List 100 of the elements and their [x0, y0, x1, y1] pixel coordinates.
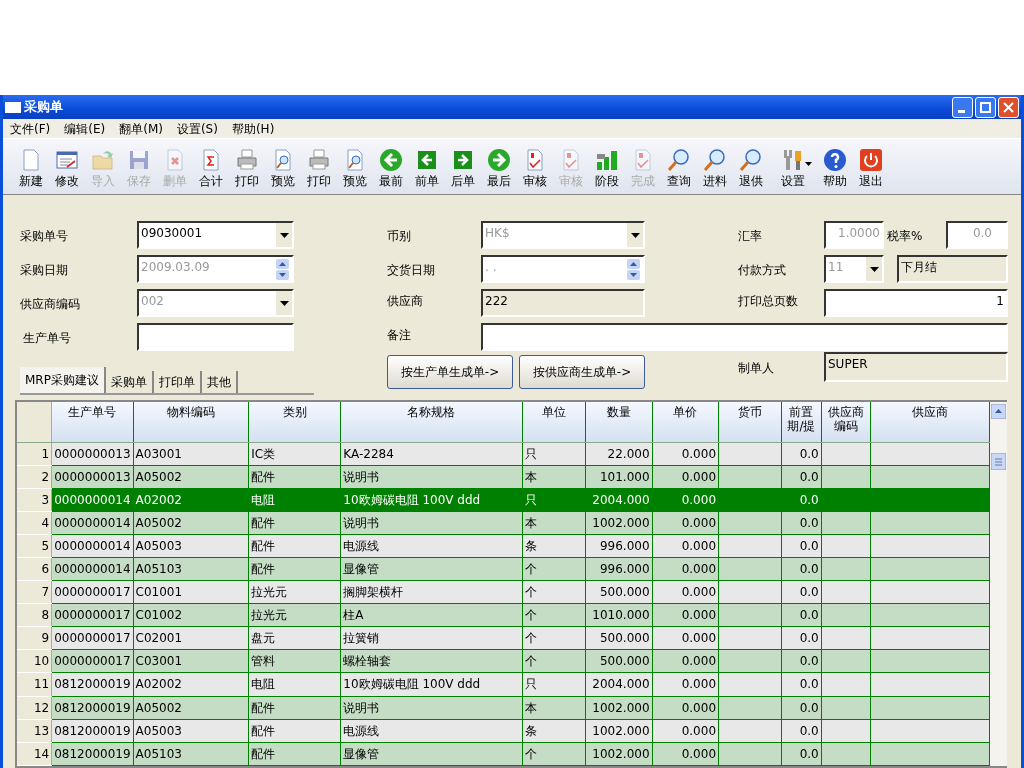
toolbar-button[interactable]: 帮助: [817, 148, 853, 190]
help-icon: [823, 148, 847, 172]
input-field[interactable]: [481, 323, 1008, 351]
table-cell: C02001: [133, 626, 249, 650]
toolbar-button[interactable]: 前单: [409, 148, 445, 190]
column-header[interactable]: 供应商编码: [821, 402, 871, 442]
table-cell: 说明书: [340, 696, 523, 720]
table-cell: A05003: [133, 719, 249, 743]
column-header[interactable]: 数量: [585, 402, 653, 442]
table-cell: 电源线: [340, 719, 523, 743]
column-header[interactable]: 单位: [522, 402, 586, 442]
folder-icon: [91, 148, 115, 172]
printer-icon: [307, 148, 331, 172]
field-label: 打印总页数: [738, 293, 799, 310]
table-cell: A05002: [133, 696, 249, 720]
caret-icon: [805, 162, 812, 166]
search-icon: [739, 148, 763, 172]
toolbar-button[interactable]: 新建: [13, 148, 49, 190]
toolbar-button[interactable]: 进料: [697, 148, 733, 190]
table-cell: 说明书: [340, 511, 523, 535]
toolbar-button[interactable]: 打印: [229, 148, 265, 190]
toolbar-button[interactable]: 合计: [193, 148, 229, 190]
column-header[interactable]: 前置期/提: [781, 402, 822, 442]
column-header[interactable]: 名称规格: [340, 402, 523, 442]
generate-button[interactable]: 按供应商生成单->: [519, 355, 645, 389]
toolbar-button[interactable]: 审核: [517, 148, 553, 190]
column-header[interactable]: 供应商: [870, 402, 990, 442]
toolbar-button[interactable]: 退供: [733, 148, 769, 190]
readonly-field: SUPER: [824, 352, 1008, 382]
toolbar-button[interactable]: 退出: [853, 148, 889, 190]
table-cell: KA-2284: [340, 442, 523, 466]
row-number: 12: [17, 696, 52, 720]
table-cell: 显像管: [340, 742, 523, 766]
toolbar-button[interactable]: 最前: [373, 148, 409, 190]
scroll-thumb[interactable]: [991, 453, 1007, 470]
scroll-up-button[interactable]: [991, 404, 1007, 419]
row-number: 9: [17, 626, 52, 650]
dropdown-arrow-icon[interactable]: [279, 232, 289, 238]
menu-item[interactable]: 设置(S): [169, 119, 225, 138]
table-cell: 说明书: [340, 465, 523, 489]
combo-box[interactable]: 09030001: [137, 221, 294, 249]
table-cell: A02002: [133, 488, 249, 512]
toolbar-button[interactable]: 阶段: [589, 148, 625, 190]
toolbar-button[interactable]: 最后: [481, 148, 517, 190]
window-icon: [5, 102, 21, 113]
toolbar-button[interactable]: 查询: [661, 148, 697, 190]
toolbar-button[interactable]: 设置: [775, 148, 811, 190]
menu-item[interactable]: 编辑(E): [57, 119, 113, 138]
table-cell: 拉簧销: [340, 626, 523, 650]
column-header[interactable]: 类别: [248, 402, 341, 442]
toolbar-button[interactable]: 打印: [301, 148, 337, 190]
field-label: 生产单号: [22, 330, 72, 347]
table-cell: 电源线: [340, 534, 523, 558]
table-cell: A05002: [133, 465, 249, 489]
field-label: 采购日期: [20, 262, 69, 279]
column-header[interactable]: 物料编码: [133, 402, 249, 442]
readonly-field: 222: [481, 289, 645, 317]
field-label: 供应商编码: [20, 296, 81, 313]
field-label: 备注: [387, 327, 412, 344]
window-title: 采购单: [24, 98, 63, 117]
printer-icon: [235, 148, 259, 172]
table-cell: 显像管: [340, 557, 523, 581]
toolbar-button[interactable]: 预览: [337, 148, 373, 190]
close-button[interactable]: [998, 96, 1019, 118]
input-field[interactable]: [137, 323, 294, 351]
row-number: 1: [17, 442, 52, 466]
menu-item[interactable]: 翻单(M): [112, 119, 170, 138]
input-field[interactable]: 1: [824, 289, 1008, 317]
row-number: 2: [17, 465, 52, 489]
search-icon: [667, 148, 691, 172]
form-icon: [55, 148, 79, 172]
table-cell: 柱A: [340, 603, 523, 627]
toolbar-button[interactable]: 后单: [445, 148, 481, 190]
row-number: 4: [17, 511, 52, 535]
minimize-button[interactable]: [952, 96, 973, 118]
table-cell: A02002: [133, 672, 249, 697]
row-number: 6: [17, 557, 52, 581]
field-label: 汇率: [738, 228, 763, 245]
search-icon: [703, 148, 727, 172]
minimize-icon: [958, 109, 965, 113]
table-cell: A03001: [133, 442, 249, 466]
tab[interactable]: MRP采购建议: [20, 367, 106, 393]
table-cell: 搁脚架横杆: [340, 580, 523, 604]
column-header[interactable]: 货币: [718, 402, 782, 442]
table-cell: C03001: [133, 649, 249, 673]
table-cell: A05103: [133, 557, 249, 581]
toolbar-button[interactable]: 预览: [265, 148, 301, 190]
maximize-button[interactable]: [975, 96, 996, 118]
row-number: 7: [17, 580, 52, 604]
toolbar-button[interactable]: 修改: [49, 148, 85, 190]
column-header[interactable]: 生产单号: [51, 402, 134, 442]
table-cell: A05003: [133, 534, 249, 558]
field-label: 付款方式: [738, 262, 787, 279]
menu-item[interactable]: 文件(F): [3, 119, 58, 138]
menu-item[interactable]: 帮助(H): [224, 119, 282, 138]
column-header[interactable]: 单价: [652, 402, 719, 442]
maximize-icon: [980, 101, 991, 113]
field-label: 币别: [387, 228, 412, 245]
readonly-field: 下月结: [897, 255, 1008, 283]
generate-button[interactable]: 按生产单生成单->: [387, 355, 513, 389]
